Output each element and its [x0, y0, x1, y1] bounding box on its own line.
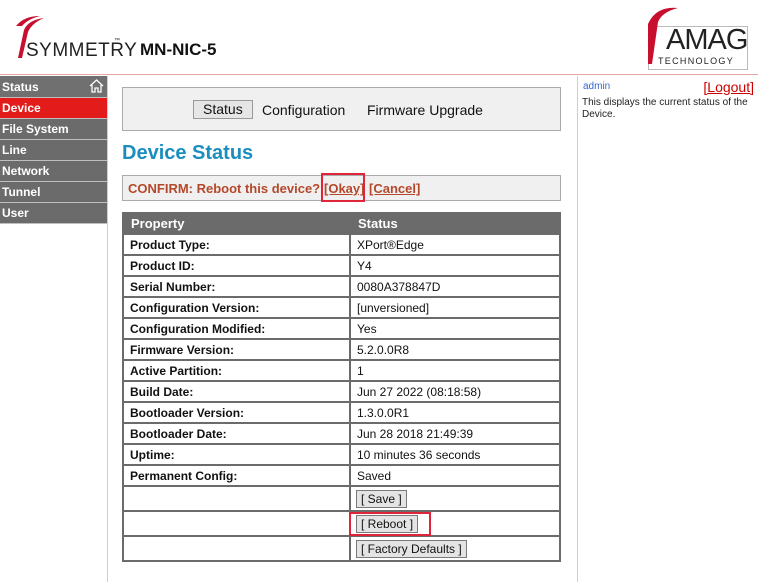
device-status-table: Property Status Product Type: XPort®Edge …	[122, 212, 561, 562]
okay-highlight-box	[321, 173, 365, 202]
empty-cell	[122, 485, 351, 512]
sidebar-item-label: User	[2, 206, 29, 220]
value-cell: Jun 27 2022 (08:18:58)	[349, 380, 561, 403]
table-row: [ Factory Defaults ]	[122, 535, 561, 562]
value-cell: Y4	[349, 254, 561, 277]
column-header-property: Property	[122, 212, 351, 235]
sidebar-item-label: Line	[2, 143, 27, 157]
logout-bracket-close: ]	[750, 79, 754, 95]
property-cell: Firmware Version:	[122, 338, 351, 361]
help-text: This displays the current status of the …	[582, 97, 748, 120]
property-cell: Configuration Modified:	[122, 317, 351, 340]
value-cell: Yes	[349, 317, 561, 340]
cancel-link[interactable]: [Cancel]	[369, 181, 420, 196]
table-row: Permanent Config: Saved	[122, 464, 561, 487]
reboot-highlight-box	[349, 512, 431, 536]
symmetry-logo-text: SYMMETRY	[26, 40, 138, 61]
page-title: Device Status	[122, 142, 254, 164]
trademark-mark: ™	[114, 38, 120, 44]
button-cell: [ Factory Defaults ]	[349, 535, 561, 562]
sidebar-item-label: Status	[2, 80, 39, 94]
value-cell: 1	[349, 359, 561, 382]
value-cell: 5.2.0.0R8	[349, 338, 561, 361]
property-cell: Configuration Version:	[122, 296, 351, 319]
table-row: Product ID: Y4	[122, 254, 561, 277]
property-cell: Build Date:	[122, 380, 351, 403]
save-button[interactable]: [ Save ]	[356, 489, 407, 508]
property-cell: Product ID:	[122, 254, 351, 277]
sidebar-item-device[interactable]: Device	[0, 98, 107, 119]
amag-logo: AMAG TECHNOLOGY	[640, 4, 752, 70]
page-root: SYMMETRY ™ MN-NIC-5 AMAG TECHNOLOGY Stat…	[0, 0, 758, 582]
table-row: Configuration Version: [unversioned]	[122, 296, 561, 319]
logout-label: Logout	[707, 79, 751, 95]
column-header-status: Status	[349, 212, 561, 235]
empty-cell	[122, 510, 351, 537]
confirm-message: CONFIRM: Reboot this device?	[128, 181, 321, 196]
sidebar-item-tunnel[interactable]: Tunnel	[0, 182, 107, 203]
sidebar-item-network[interactable]: Network	[0, 161, 107, 182]
tab-firmware-upgrade[interactable]: Firmware Upgrade	[367, 100, 483, 120]
table-row: Bootloader Date: Jun 28 2018 21:49:39	[122, 422, 561, 445]
factory-defaults-button[interactable]: [ Factory Defaults ]	[356, 539, 467, 558]
property-cell: Permanent Config:	[122, 464, 351, 487]
current-user: admin	[583, 81, 611, 92]
value-cell: XPort®Edge	[349, 233, 561, 256]
sidebar-item-label: Network	[2, 164, 50, 178]
property-cell: Bootloader Version:	[122, 401, 351, 424]
property-cell: Product Type:	[122, 233, 351, 256]
sidebar-item-file-system[interactable]: File System	[0, 119, 107, 140]
property-cell: Uptime:	[122, 443, 351, 466]
value-cell: [unversioned]	[349, 296, 561, 319]
device-name: MN-NIC-5	[140, 40, 217, 59]
button-cell: [ Save ]	[349, 485, 561, 512]
table-row: Build Date: Jun 27 2022 (08:18:58)	[122, 380, 561, 403]
sidebar: Status Device File System Line Network T…	[0, 76, 108, 582]
right-panel: admin [Logout] This displays the current…	[577, 76, 758, 582]
table-row: Firmware Version: 5.2.0.0R8	[122, 338, 561, 361]
sidebar-item-label: File System	[2, 122, 69, 136]
property-cell: Bootloader Date:	[122, 422, 351, 445]
table-header-row: Property Status	[122, 212, 561, 235]
property-cell: Serial Number:	[122, 275, 351, 298]
table-row: Uptime: 10 minutes 36 seconds	[122, 443, 561, 466]
header: SYMMETRY ™ MN-NIC-5 AMAG TECHNOLOGY	[0, 0, 758, 76]
sidebar-item-user[interactable]: User	[0, 203, 107, 224]
tab-bar: Status Configuration Firmware Upgrade	[122, 87, 561, 131]
tab-configuration[interactable]: Configuration	[262, 100, 345, 120]
sidebar-item-status[interactable]: Status	[0, 76, 107, 98]
value-cell: Jun 28 2018 21:49:39	[349, 422, 561, 445]
amag-logo-subtext: TECHNOLOGY	[658, 56, 735, 66]
table-row: Bootloader Version: 1.3.0.0R1	[122, 401, 561, 424]
value-cell: 0080A378847D	[349, 275, 561, 298]
table-row: Product Type: XPort®Edge	[122, 233, 561, 256]
table-row: Active Partition: 1	[122, 359, 561, 382]
table-row: Serial Number: 0080A378847D	[122, 275, 561, 298]
header-divider	[0, 74, 758, 75]
property-cell: Active Partition:	[122, 359, 351, 382]
amag-logo-text: AMAG	[666, 24, 748, 56]
symmetry-logo: SYMMETRY ™	[10, 14, 137, 61]
sidebar-item-label: Tunnel	[2, 185, 41, 199]
home-icon[interactable]	[89, 79, 104, 93]
table-row: [ Reboot ]	[122, 510, 561, 537]
table-row: Configuration Modified: Yes	[122, 317, 561, 340]
value-cell: 1.3.0.0R1	[349, 401, 561, 424]
logout-link[interactable]: [Logout]	[703, 79, 754, 95]
sidebar-item-label: Device	[2, 101, 41, 115]
value-cell: Saved	[349, 464, 561, 487]
empty-cell	[122, 535, 351, 562]
tab-status[interactable]: Status	[193, 100, 253, 119]
value-cell: 10 minutes 36 seconds	[349, 443, 561, 466]
sidebar-item-line[interactable]: Line	[0, 140, 107, 161]
table-row: [ Save ]	[122, 485, 561, 512]
